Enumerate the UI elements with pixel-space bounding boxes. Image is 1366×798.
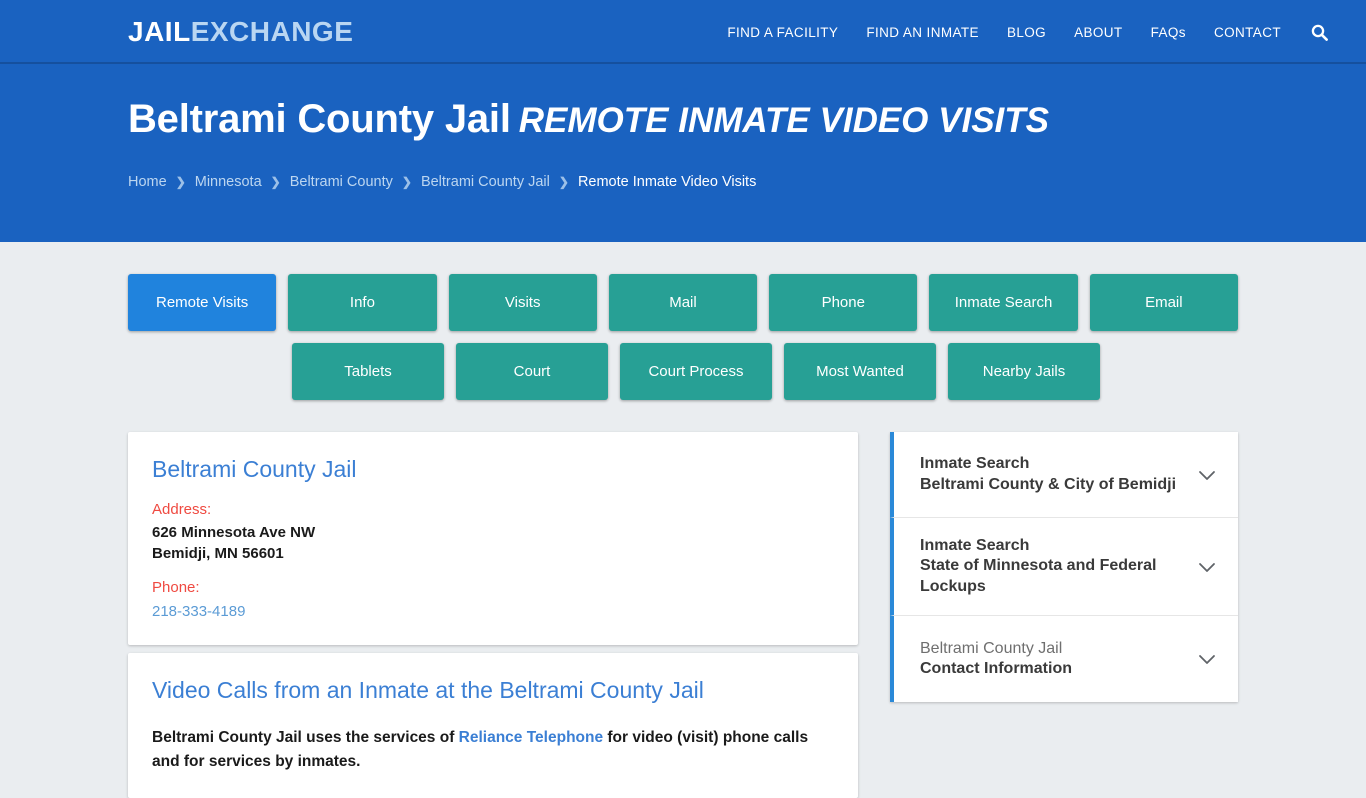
accordion-item-text: Beltrami County Jail Contact Information <box>920 639 1184 680</box>
logo-text-exchange: EXCHANGE <box>190 16 354 47</box>
section-button-row-1: Remote Visits Info Visits Mail Phone Inm… <box>128 274 1238 331</box>
section-button-info[interactable]: Info <box>288 274 437 331</box>
breadcrumb-item-current: Remote Inmate Video Visits <box>577 174 757 190</box>
section-button-mail[interactable]: Mail <box>608 274 758 331</box>
breadcrumb-item-home[interactable]: Home <box>128 174 167 190</box>
site-logo[interactable]: JAILEXCHANGE <box>128 18 353 46</box>
site-header: JAILEXCHANGE FIND A FACILITY FIND AN INM… <box>0 0 1366 64</box>
breadcrumb-separator-icon: ❯ <box>175 175 186 189</box>
breadcrumb-separator-icon: ❯ <box>270 175 281 189</box>
section-button-row-2: Tablets Court Court Process Most Wanted … <box>128 343 1238 400</box>
breadcrumb-item-beltrami-county[interactable]: Beltrami County <box>290 174 393 190</box>
section-button-nearby-jails[interactable]: Nearby Jails <box>948 343 1100 400</box>
accordion-item-subtitle: Contact Information <box>920 660 1072 678</box>
accordion-item-text: Inmate Search Beltrami County & City of … <box>920 454 1184 495</box>
page-hero: Beltrami County Jail REMOTE INMATE VIDEO … <box>0 64 1366 242</box>
article-body-text-1: Beltrami County Jail uses the services o… <box>152 728 459 746</box>
content-columns: Beltrami County Jail Address: 626 Minnes… <box>128 432 1238 798</box>
nav-item-about[interactable]: ABOUT <box>1060 17 1137 48</box>
accordion-item-contact-information[interactable]: Beltrami County Jail Contact Information <box>890 616 1238 703</box>
accordion-item-inmate-search-state[interactable]: Inmate Search State of Minnesota and Fed… <box>890 518 1238 617</box>
section-button-visits[interactable]: Visits <box>448 274 597 331</box>
sidebar-column: Inmate Search Beltrami County & City of … <box>890 432 1238 798</box>
breadcrumb: Home ❯ Minnesota ❯ Beltrami County ❯ Bel… <box>128 174 1338 190</box>
facility-name: Beltrami County Jail <box>152 456 357 482</box>
main-navigation: FIND A FACILITY FIND AN INMATE BLOG ABOU… <box>713 17 1338 48</box>
accordion-item-title: Inmate Search <box>920 455 1030 473</box>
main-column: Beltrami County Jail Address: 626 Minnes… <box>128 432 858 798</box>
nav-item-faqs[interactable]: FAQs <box>1137 17 1200 48</box>
article-body-text-2: for video (visit) <box>603 728 719 746</box>
search-icon[interactable] <box>1295 18 1338 47</box>
facility-info-card: Beltrami County Jail Address: 626 Minnes… <box>128 432 858 645</box>
address-line-2: Bemidji, MN 56601 <box>152 545 284 563</box>
accordion-item-text: Inmate Search State of Minnesota and Fed… <box>920 536 1184 597</box>
breadcrumb-separator-icon: ❯ <box>558 175 569 189</box>
nav-item-contact[interactable]: CONTACT <box>1200 17 1295 48</box>
nav-item-find-an-inmate[interactable]: FIND AN INMATE <box>852 17 993 48</box>
breadcrumb-item-minnesota[interactable]: Minnesota <box>195 174 262 190</box>
page-title: Beltrami County Jail REMOTE INMATE VIDEO … <box>128 96 1338 142</box>
accordion-item-subtitle: Beltrami County & City of Bemidji <box>920 475 1177 493</box>
address-line-1: 626 Minnesota Ave NW <box>152 524 316 541</box>
sidebar-accordion: Inmate Search Beltrami County & City of … <box>890 432 1238 703</box>
chevron-down-icon[interactable] <box>1194 646 1220 672</box>
section-button-inmate-search[interactable]: Inmate Search <box>929 274 1078 331</box>
breadcrumb-item-beltrami-county-jail[interactable]: Beltrami County Jail <box>421 174 550 190</box>
section-button-most-wanted[interactable]: Most Wanted <box>784 343 936 400</box>
logo-text-jail: JAIL <box>128 16 191 47</box>
reliance-telephone-link[interactable]: Reliance Telephone <box>459 729 603 746</box>
address-label: Address: <box>152 501 212 518</box>
chevron-down-icon[interactable] <box>1194 554 1220 580</box>
section-button-tablets[interactable]: Tablets <box>292 343 444 400</box>
accordion-item-subtitle: State of Minnesota and Federal Lockups <box>920 557 1157 595</box>
nav-item-blog[interactable]: BLOG <box>993 17 1060 48</box>
section-button-grid: Remote Visits Info Visits Mail Phone Inm… <box>128 242 1238 400</box>
article-title: Video Calls from an Inmate at the Beltra… <box>152 676 704 703</box>
section-button-court[interactable]: Court <box>456 343 608 400</box>
chevron-down-icon[interactable] <box>1194 462 1220 488</box>
accordion-item-title: Inmate Search <box>920 537 1030 554</box>
phone-number-link[interactable]: 218-333-4189 <box>152 603 245 620</box>
section-button-remote-visits[interactable]: Remote Visits <box>128 274 277 331</box>
article-card: Video Calls from an Inmate at the Beltra… <box>128 652 858 798</box>
section-button-phone[interactable]: Phone <box>769 274 918 331</box>
phone-label: Phone: <box>152 578 200 596</box>
page-title-main: Beltrami County Jail <box>128 97 511 141</box>
page-content: Remote Visits Info Visits Mail Phone Inm… <box>0 242 1366 798</box>
section-button-email[interactable]: Email <box>1089 274 1238 331</box>
page-title-subtitle: REMOTE INMATE VIDEO VISITS <box>518 101 1049 140</box>
nav-item-find-a-facility[interactable]: FIND A FACILITY <box>713 17 852 48</box>
accordion-item-title: Beltrami County Jail <box>920 639 1063 657</box>
article-body: Beltrami County Jail uses the services o… <box>152 726 834 774</box>
breadcrumb-separator-icon: ❯ <box>401 175 412 189</box>
section-button-court-process[interactable]: Court Process <box>620 343 772 400</box>
accordion-item-inmate-search-county[interactable]: Inmate Search Beltrami County & City of … <box>890 432 1238 518</box>
